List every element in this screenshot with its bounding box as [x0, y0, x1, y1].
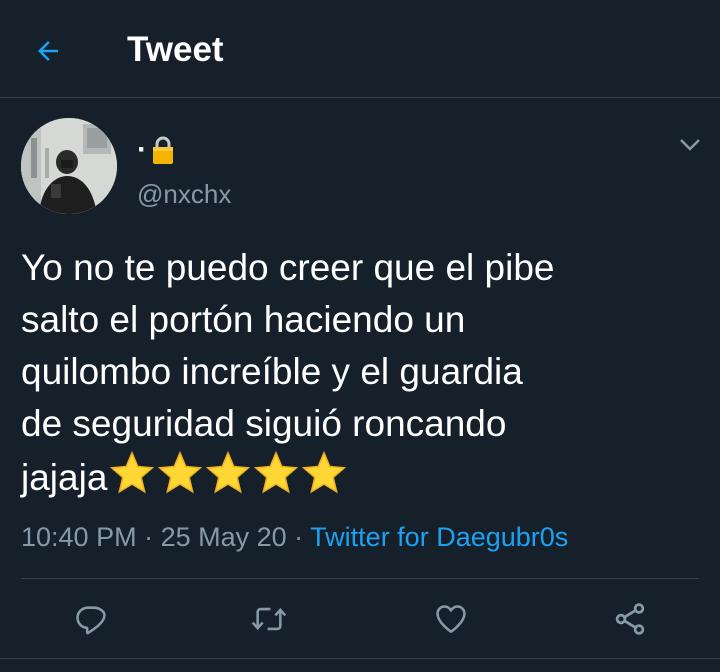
share-button[interactable] — [607, 596, 653, 642]
display-name-text: · — [137, 133, 147, 166]
tweet-source-link[interactable]: Twitter for Daegubr0s — [310, 522, 568, 552]
arrow-left-icon — [38, 41, 58, 61]
retweet-button[interactable] — [246, 596, 292, 642]
user-handle[interactable]: @nxchx — [137, 179, 231, 209]
chevron-down-icon — [680, 139, 700, 151]
star-emoji — [302, 450, 347, 494]
display-name[interactable]: · — [137, 130, 175, 170]
back-button[interactable] — [30, 33, 66, 69]
like-icon — [436, 605, 466, 634]
page-title: Tweet — [127, 30, 224, 69]
star-emoji — [206, 450, 251, 494]
star-emoji — [110, 450, 155, 494]
meta-separator: · — [136, 522, 161, 552]
star-emoji — [254, 450, 299, 494]
action-bar — [0, 596, 720, 642]
bottom-divider — [0, 658, 720, 659]
star-emoji — [158, 450, 203, 494]
reply-icon — [76, 606, 106, 635]
lock-icon — [153, 136, 173, 164]
tweet-date: 25 May 20 — [160, 522, 287, 552]
divider — [21, 578, 699, 579]
reply-button[interactable] — [68, 596, 114, 642]
more-options-button[interactable] — [676, 131, 704, 159]
top-bar: Tweet — [0, 0, 720, 98]
share-icon — [615, 603, 645, 635]
tweet-meta: 10:40 PM · 25 May 20 · Twitter for Daegu… — [21, 520, 568, 554]
emoji-stars — [109, 450, 349, 496]
avatar-photo — [21, 118, 117, 214]
tweet-text: Yo no te puedo creer que el pibe salto e… — [21, 242, 701, 504]
like-button[interactable] — [428, 596, 474, 642]
avatar[interactable] — [21, 118, 117, 214]
retweet-icon — [251, 607, 287, 631]
meta-separator-2: · — [286, 522, 311, 552]
tweet-time: 10:40 PM — [21, 522, 137, 552]
